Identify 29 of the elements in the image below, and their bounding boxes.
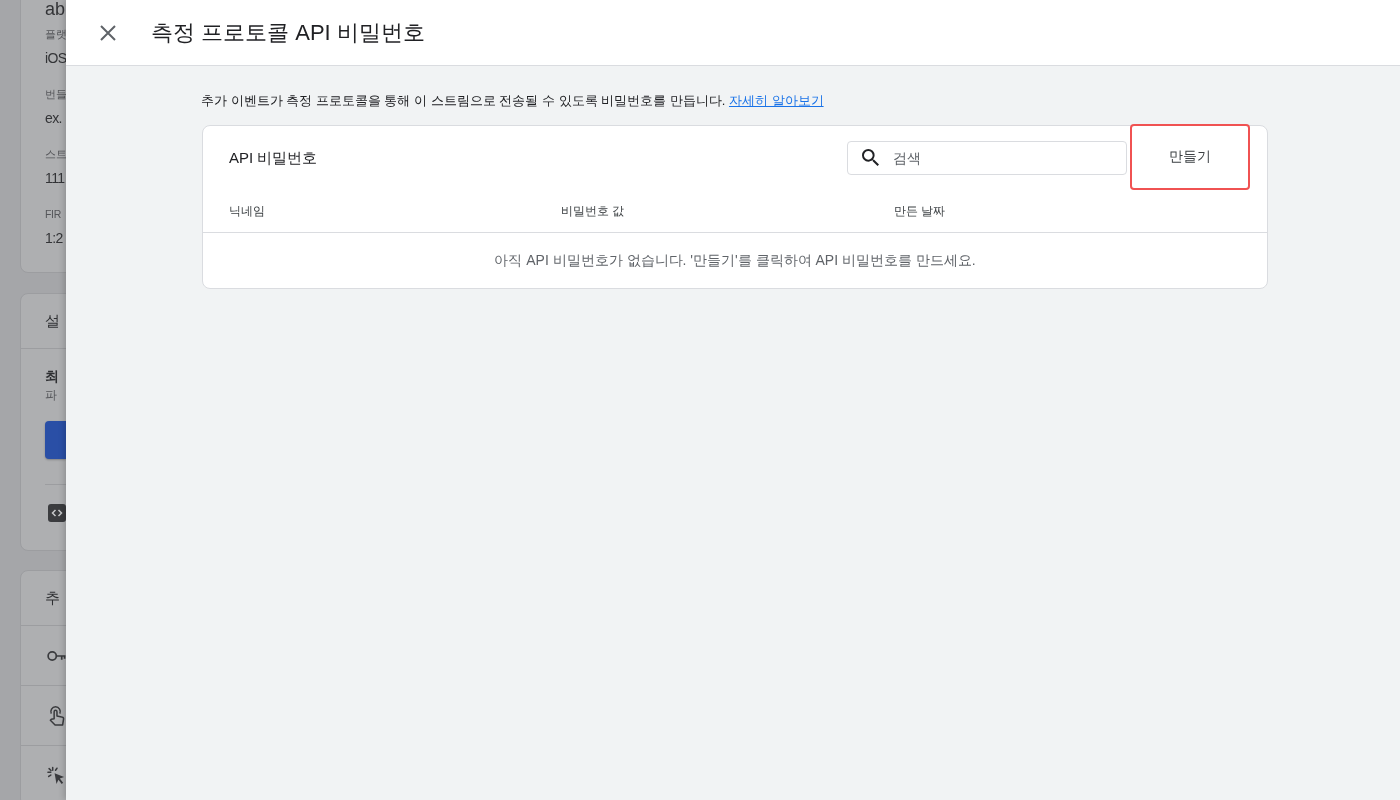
field-label: FIR (45, 207, 61, 221)
column-header: 만든 날짜 (894, 202, 946, 220)
learn-more-link[interactable]: 자세히 알아보기 (728, 93, 824, 108)
field-value: iOS (45, 49, 66, 68)
field-label: 플랫 (45, 27, 66, 41)
column-header: 닉네임 (229, 202, 265, 220)
description-text: 추가 이벤트가 측정 프로토콜을 통해 이 스트림으로 전송될 수 있도록 비밀번호를 만듭니다. 자세히 알아보기 (201, 93, 824, 109)
section-heading: 최 (45, 367, 59, 385)
field-value: ex. (45, 109, 62, 128)
card-title: 추 (45, 588, 60, 608)
column-header: 비밀번호 값 (561, 202, 625, 220)
card-title: ab (45, 0, 66, 18)
field-label: 번들 (45, 87, 66, 101)
field-value: 111 (45, 169, 65, 188)
search-icon (862, 149, 879, 166)
section-text: 파 (45, 387, 57, 403)
dialog-title: 측정 프로토콜 API 비밀번호 (151, 18, 425, 47)
create-button[interactable]: 만들기 (1130, 124, 1250, 190)
empty-state-text: 아직 API 비밀번호가 없습니다. '만들기'를 클릭하여 API 비밀번호를 만드세요. (494, 251, 976, 270)
search-field[interactable]: 검색 (847, 141, 1127, 175)
card-title: API 비밀번호 (229, 148, 319, 168)
key-icon[interactable] (47, 649, 66, 662)
pointing-hand-icon[interactable] (48, 704, 65, 727)
field-value: 1:2 (45, 229, 63, 248)
click-cursor-icon[interactable] (47, 765, 66, 786)
field-label: 스트 (45, 147, 66, 161)
code-icon (48, 504, 66, 522)
card-title: 설 (45, 311, 60, 331)
close-icon (100, 24, 116, 41)
